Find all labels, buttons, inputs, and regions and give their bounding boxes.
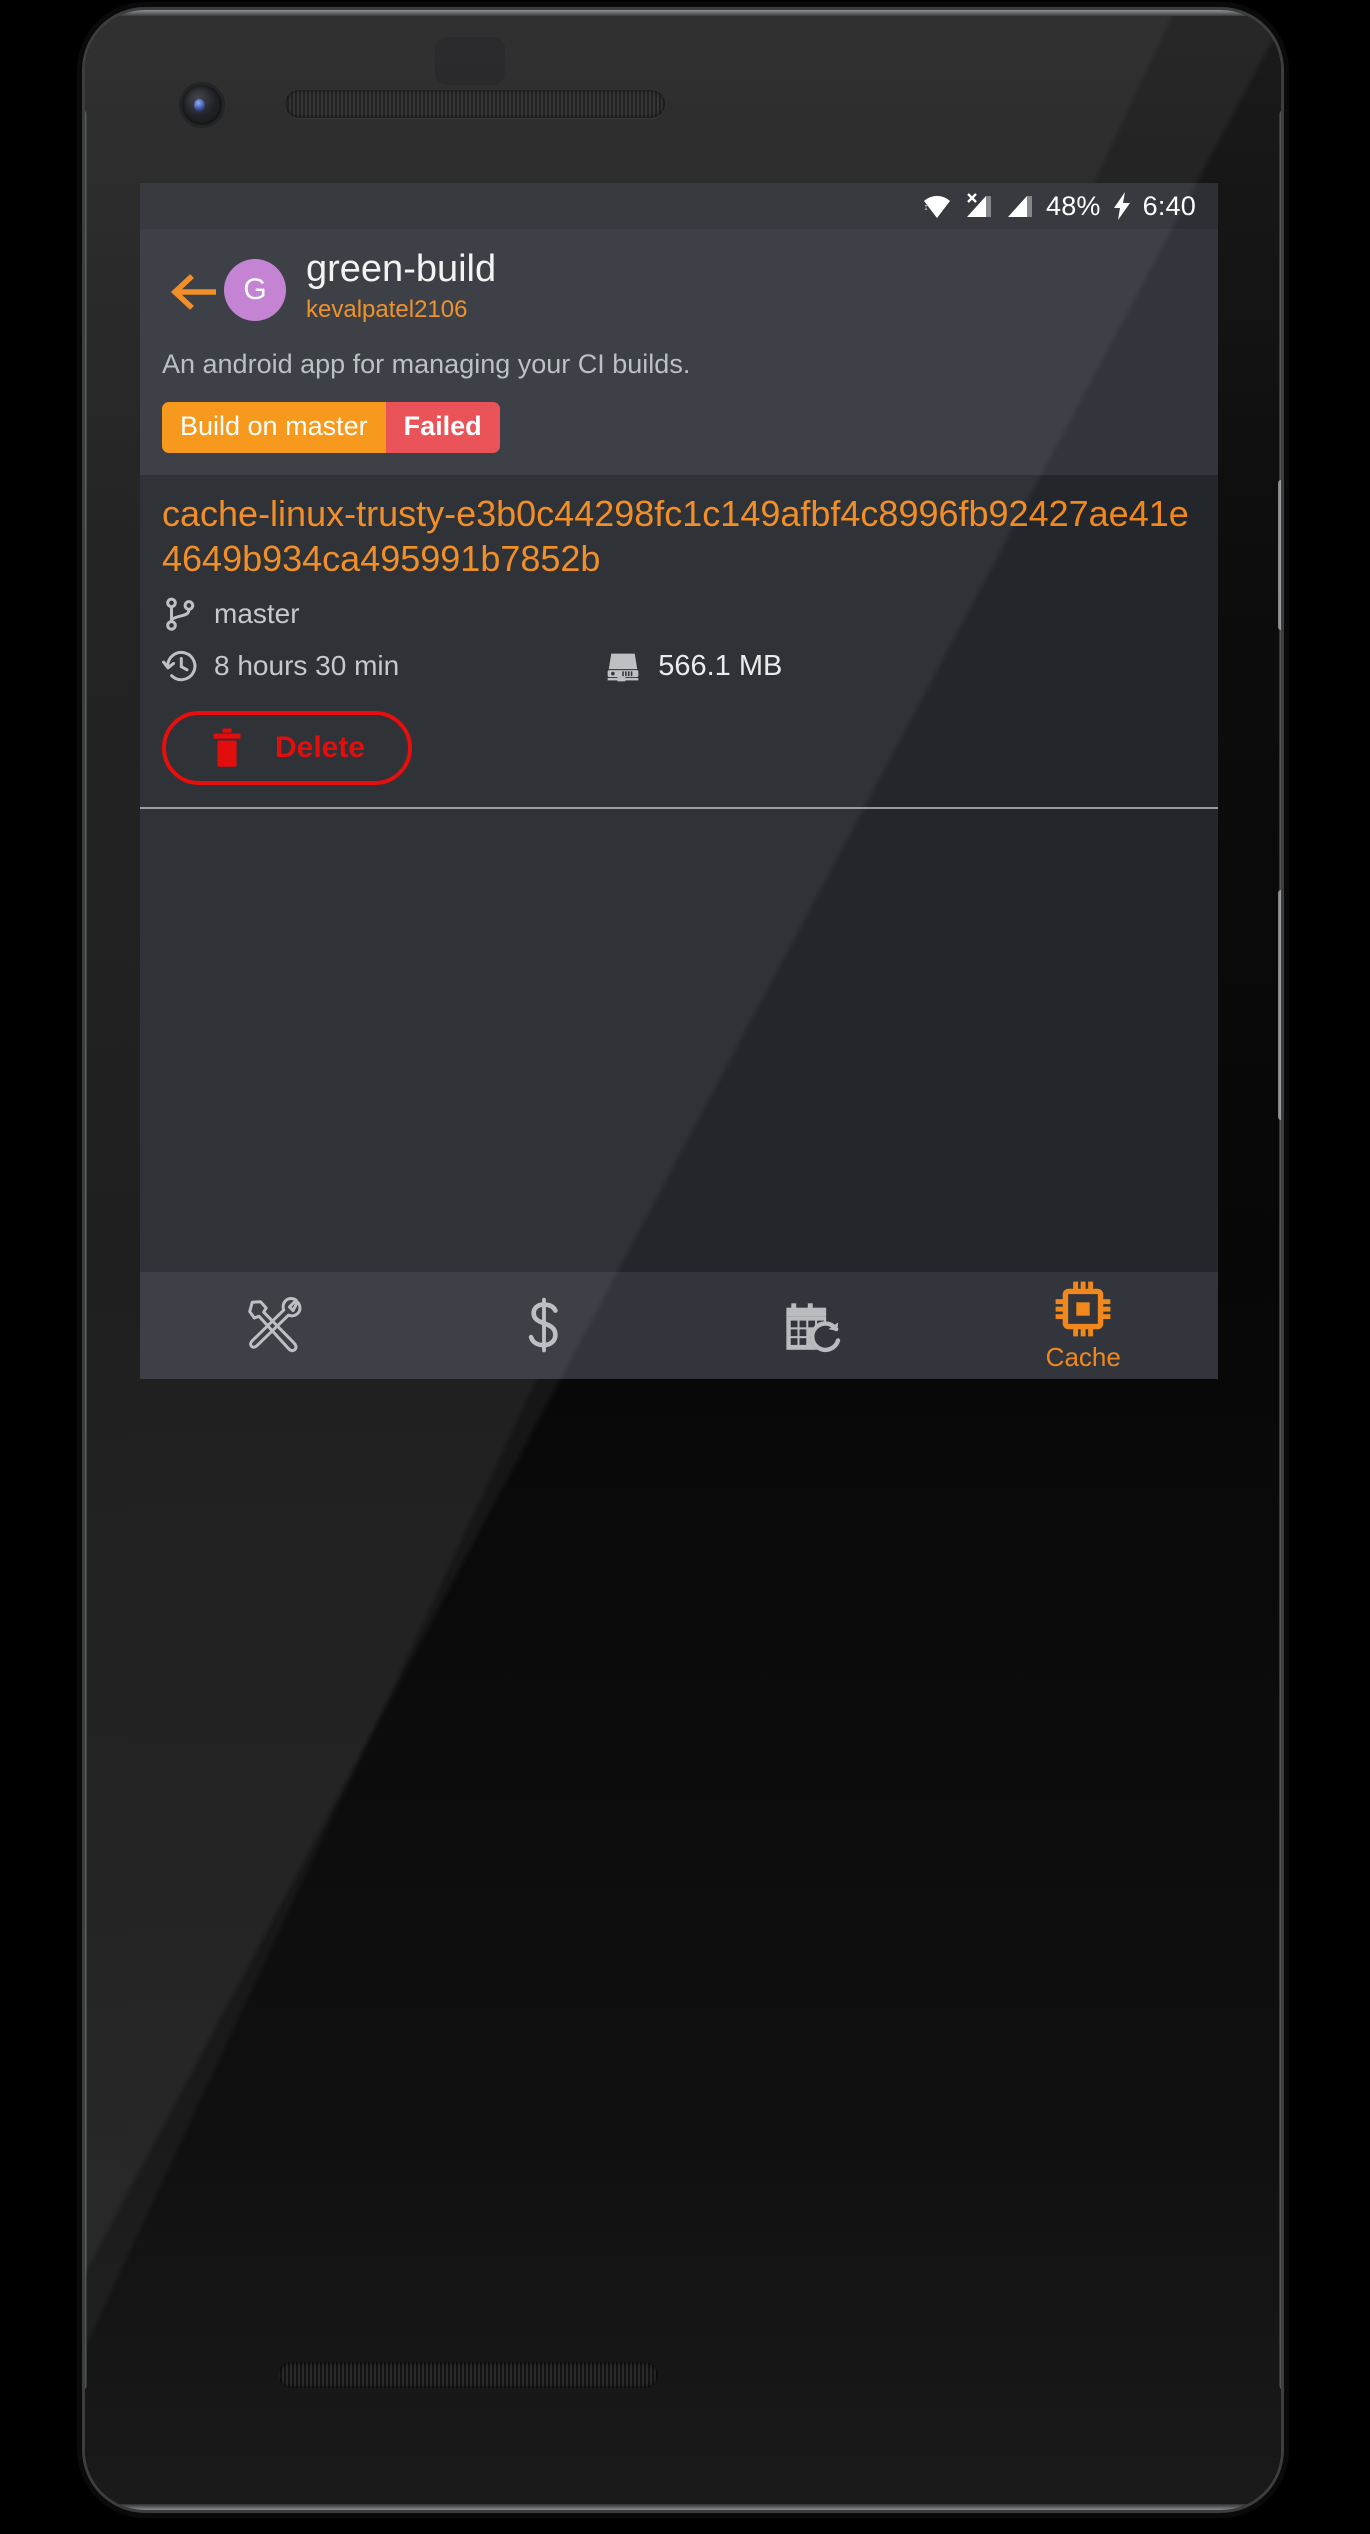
- time-meta: 8 hours 30 min: [162, 647, 399, 685]
- tools-wrench-screwdriver-icon: [247, 1296, 302, 1352]
- build-branch-label: Build on master: [162, 402, 386, 453]
- nav-tab-cron[interactable]: [679, 1272, 949, 1379]
- signal-no-sim-icon: [967, 193, 991, 217]
- avatar: G: [224, 259, 286, 321]
- cache-card-divider: [140, 807, 1218, 809]
- nav-tab-cache[interactable]: Cache: [949, 1272, 1219, 1379]
- repo-titles: green-build kevalpatel2106: [306, 247, 496, 325]
- charging-bolt-icon: [1113, 192, 1130, 220]
- phone-device-frame: 48% 6:40 G green-build kevalpatel2106 An…: [85, 10, 1281, 2510]
- dollar-sign-icon: [529, 1297, 558, 1352]
- cpu-chip-icon: [1055, 1281, 1111, 1337]
- power-button[interactable]: [1278, 480, 1281, 630]
- branch-name: master: [214, 598, 300, 629]
- build-status-label: Failed: [385, 402, 500, 453]
- cache-list-item[interactable]: cache-linux-trusty-e3b0c44298fc1c149afbf…: [140, 475, 1218, 807]
- earpiece-speaker: [285, 90, 665, 118]
- frame-right-rail: [1279, 110, 1281, 2390]
- branch-meta: master: [162, 595, 300, 633]
- status-bar-clock: 6:40: [1142, 190, 1196, 221]
- frame-bottom-edge: [85, 2504, 1281, 2510]
- repo-description: An android app for managing your CI buil…: [162, 349, 691, 379]
- delete-label: Delete: [274, 731, 366, 764]
- build-status-badge[interactable]: Build on master Failed: [162, 402, 500, 453]
- calendar-refresh-icon: [786, 1302, 841, 1352]
- avatar-letter: G: [243, 273, 267, 306]
- page-title: green-build: [306, 248, 497, 290]
- battery-percentage: 48%: [1046, 190, 1101, 221]
- size-meta: 566.1 MB: [604, 647, 782, 685]
- repo-owner-link[interactable]: kevalpatel2106: [306, 295, 496, 325]
- trash-icon: [213, 728, 241, 767]
- app-bar-row: G green-build kevalpatel2106: [162, 247, 1196, 325]
- nav-tab-billing[interactable]: [410, 1272, 680, 1379]
- signal-bars-icon: [1008, 196, 1032, 217]
- frame-left-rail: [85, 110, 87, 2390]
- back-button[interactable]: [162, 261, 224, 323]
- hard-drive-icon: [607, 653, 639, 682]
- app-bar: G green-build kevalpatel2106 An android …: [140, 229, 1218, 475]
- cache-branch-row: master: [162, 595, 1196, 633]
- nav-label-cache: Cache: [1045, 1342, 1121, 1372]
- proximity-sensor: [435, 37, 505, 85]
- back-arrow-icon: [170, 274, 216, 310]
- git-branch-icon: [166, 597, 195, 631]
- bottom-speaker: [278, 2362, 658, 2388]
- history-clock-icon: [162, 650, 197, 682]
- nav-tab-tools[interactable]: [140, 1272, 410, 1379]
- phone-screen: 48% 6:40 G green-build kevalpatel2106 An…: [140, 183, 1218, 1379]
- delete-button[interactable]: Delete: [162, 711, 412, 785]
- status-bar: 48% 6:40: [140, 183, 1218, 229]
- wifi-icon: [924, 195, 950, 218]
- cache-name: cache-linux-trusty-e3b0c44298fc1c149afbf…: [162, 493, 1189, 579]
- cache-size: 566.1 MB: [658, 649, 783, 682]
- cache-time-size-row: 8 hours 30 min 566.1 MB: [162, 647, 1196, 685]
- cache-age: 8 hours 30 min: [214, 650, 400, 681]
- volume-button[interactable]: [1278, 890, 1281, 1120]
- frame-top-edge: [85, 10, 1281, 16]
- front-camera-icon: [182, 85, 222, 125]
- bottom-navigation-bar: Cache: [140, 1272, 1218, 1379]
